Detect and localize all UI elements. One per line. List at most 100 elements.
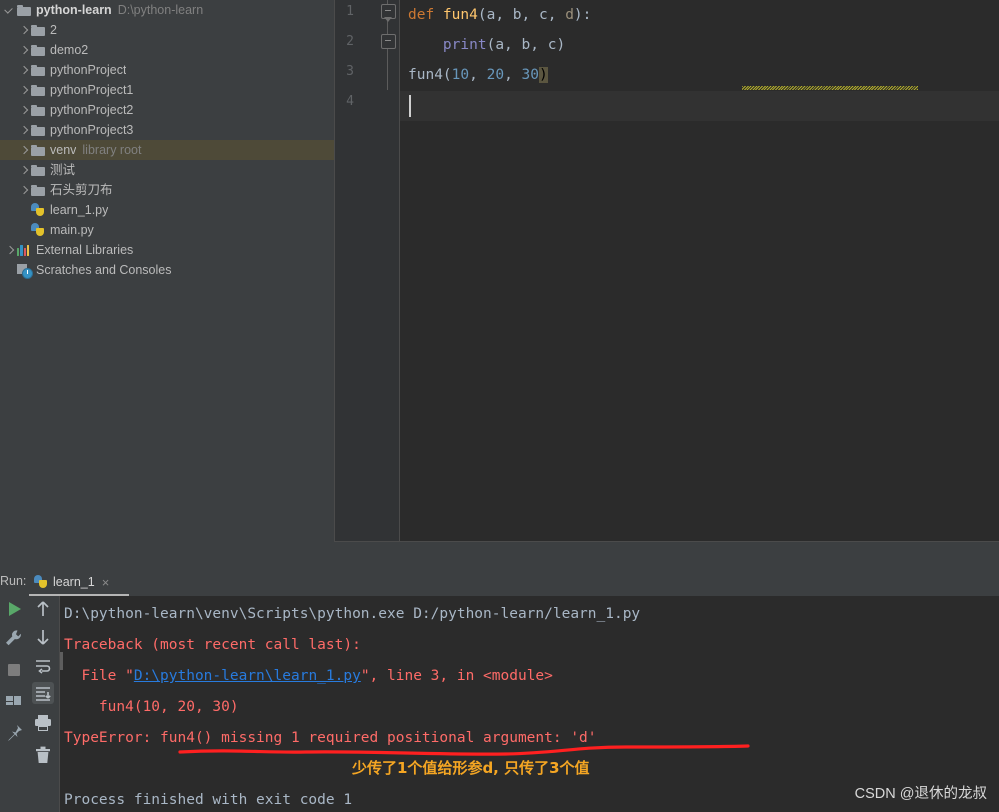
code-token: 10 [451, 67, 470, 83]
run-tab-learn-1[interactable]: learn_1 × [28, 570, 115, 594]
console-line: fun4(10, 20, 30) [64, 692, 239, 723]
chevron-right-icon[interactable] [18, 185, 29, 196]
code-line-3[interactable]: fun4(10, 20, 30) [408, 60, 548, 90]
code-line-2[interactable]: print(a, b, c) [408, 30, 565, 60]
code-token: , [469, 67, 487, 83]
folder-icon [31, 44, 45, 56]
tree-item-hint: library root [82, 143, 142, 157]
run-actions-toolbar [0, 596, 28, 812]
chevron-right-icon[interactable] [18, 105, 29, 116]
chevron-right-icon[interactable] [18, 125, 29, 136]
folder-icon [31, 84, 45, 96]
error-squiggle-underline [742, 86, 918, 90]
chevron-right-icon[interactable] [18, 145, 29, 156]
console-text: D:\python-learn\venv\Scripts\python.exe … [64, 606, 641, 622]
code-token: fun4 [442, 7, 478, 23]
code-token: , [495, 7, 513, 23]
arrow-down-icon[interactable] [32, 626, 54, 648]
project-tree-panel: python-learn D:\python-learn 2 demo2 pytho… [0, 0, 335, 568]
code-token: fun4 [408, 67, 443, 83]
soft-wrap-icon[interactable] [32, 654, 54, 676]
tree-item-2[interactable]: 2 [0, 20, 335, 40]
tree-item-venv[interactable]: venv library root [0, 140, 335, 160]
stop-icon[interactable] [3, 659, 25, 681]
fold-marker-icon[interactable] [381, 4, 396, 22]
tree-item-label: 石头剪刀布 [50, 183, 113, 197]
trash-icon[interactable] [32, 744, 54, 766]
tree-item-石头剪刀布[interactable]: 石头剪刀布 [0, 180, 335, 200]
folder-icon [31, 184, 45, 196]
tree-item-demo2[interactable]: demo2 [0, 40, 335, 60]
fold-marker-icon[interactable] [381, 34, 396, 49]
code-token: ( [442, 67, 452, 83]
line-number: 4 [346, 94, 354, 109]
code-token: , [504, 67, 522, 83]
line-number: 3 [346, 64, 354, 79]
code-token: , [521, 7, 539, 23]
tree-item-label: venv [50, 143, 77, 157]
code-editor[interactable]: 1234 def fun4(a, b, c, d): print(a, b, c… [335, 0, 999, 542]
layout-icon[interactable] [3, 690, 25, 712]
chevron-right-icon[interactable] [18, 25, 29, 36]
code-token: def [408, 7, 443, 23]
code-token: , [504, 37, 522, 53]
chevron-down-icon[interactable] [4, 5, 15, 16]
run-tab-label: learn_1 [53, 575, 95, 589]
close-icon[interactable]: × [102, 576, 110, 589]
tree-item-pythonProject[interactable]: pythonProject [0, 60, 335, 80]
tree-item-label: main.py [50, 223, 94, 237]
code-token: 30 [521, 67, 539, 83]
code-text-area[interactable]: def fun4(a, b, c, d): print(a, b, c) fun4… [400, 0, 999, 542]
tree-row-root[interactable]: python-learn D:\python-learn [0, 0, 335, 20]
chevron-right-icon[interactable] [18, 65, 29, 76]
run-tab-bar: Run: learn_1 × [0, 568, 999, 596]
scroll-to-end-icon[interactable] [32, 682, 54, 704]
chevron-right-icon[interactable] [18, 45, 29, 56]
console-line: Process finished with exit code 1 [64, 785, 352, 812]
tree-item-learn_1.py[interactable]: learn_1.py [0, 200, 335, 220]
run-icon[interactable] [3, 598, 25, 620]
code-token: c [538, 7, 548, 23]
code-token: a [495, 37, 505, 53]
tree-item-External Libraries[interactable]: External Libraries [0, 240, 335, 260]
print-icon[interactable] [32, 712, 54, 734]
editor-gutter[interactable]: 1 2 3 4 [335, 0, 400, 542]
project-root-label: python-learn [36, 3, 112, 17]
tree-item-label: pythonProject [50, 63, 127, 77]
tree-item-main.py[interactable]: main.py [0, 220, 335, 240]
code-token: , [530, 37, 548, 53]
chevron-right-icon[interactable] [18, 165, 29, 176]
library-icon [17, 244, 31, 256]
tree-item-label: pythonProject3 [50, 123, 134, 137]
arrow-up-icon[interactable] [32, 598, 54, 620]
code-token: 20 [486, 67, 505, 83]
code-token: a [486, 7, 496, 23]
text-caret [409, 95, 411, 117]
tree-item-pythonProject3[interactable]: pythonProject3 [0, 120, 335, 140]
console-output[interactable]: D:\python-learn\venv\Scripts\python.exe … [60, 596, 999, 812]
code-line-1[interactable]: def fun4(a, b, c, d): [408, 0, 591, 30]
tree-item-label: External Libraries [36, 243, 134, 257]
tree-item-label: demo2 [50, 43, 89, 57]
tree-item-pythonProject2[interactable]: pythonProject2 [0, 100, 335, 120]
code-token: ) [539, 67, 548, 83]
tree-item-pythonProject1[interactable]: pythonProject1 [0, 80, 335, 100]
console-text: Process finished with exit code 1 [64, 792, 353, 808]
chevron-right-icon[interactable] [4, 245, 15, 256]
wrench-icon[interactable] [3, 627, 25, 649]
code-token: ): [573, 7, 592, 23]
code-token: print [442, 37, 487, 53]
python-file-icon [31, 223, 45, 237]
tree-item-Scratches and Consoles[interactable]: Scratches and Consoles [0, 260, 335, 280]
folder-icon [31, 24, 45, 36]
console-text: Traceback (most recent call last): [64, 637, 361, 653]
console-file-link[interactable]: D:\python-learn\learn_1.py [134, 668, 361, 684]
editor-run-divider[interactable] [335, 541, 999, 542]
chevron-right-icon[interactable] [18, 85, 29, 96]
tree-item-测试[interactable]: 测试 [0, 160, 335, 180]
watermark-text: CSDN @退休的龙叔 [854, 786, 987, 802]
line-number: 1 [346, 4, 354, 19]
pin-icon[interactable] [3, 722, 25, 744]
